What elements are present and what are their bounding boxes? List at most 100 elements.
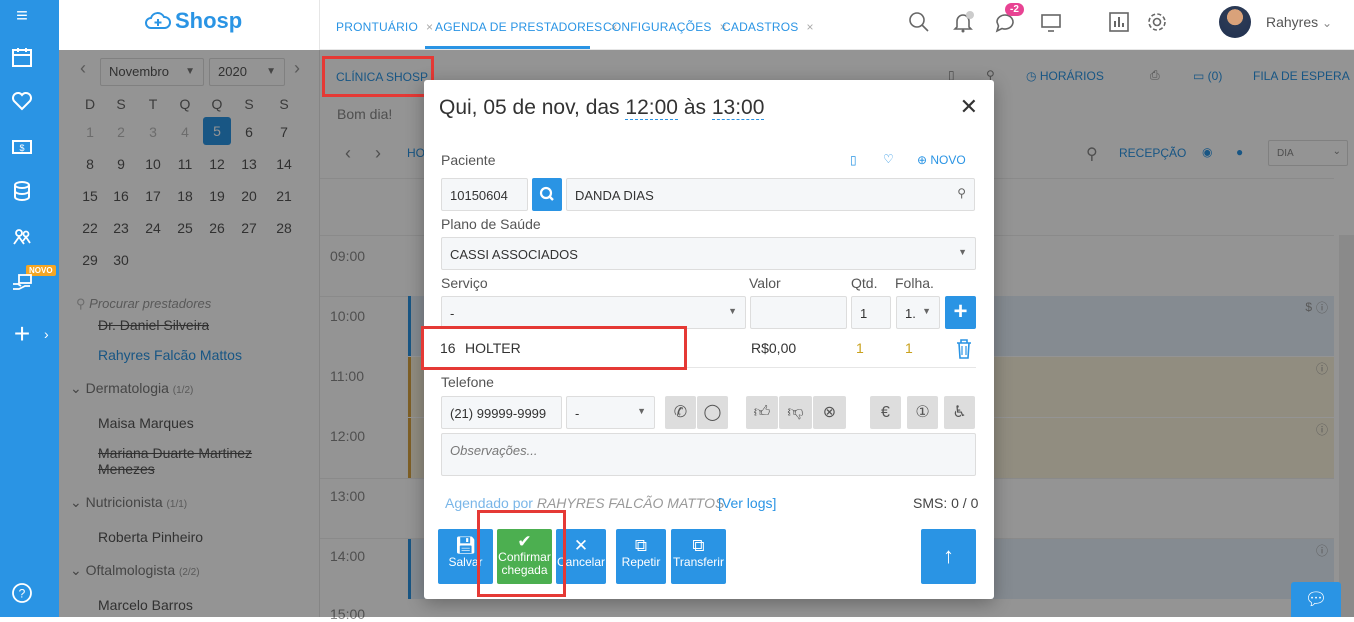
qtd-field[interactable]: 1 <box>851 296 891 329</box>
team-icon[interactable] <box>9 226 35 250</box>
tab-label: CADASTROS <box>722 20 799 34</box>
messages-badge: -2 <box>1005 3 1024 16</box>
end-time[interactable]: 13:00 <box>711 96 765 120</box>
folha-select[interactable]: 1. ▼ <box>896 296 940 329</box>
accessibility-button[interactable]: ♿︎ <box>944 396 975 429</box>
patient-name-field[interactable]: DANDA DIAS ⚲ <box>566 178 975 211</box>
qtd-label: Qtd. <box>851 275 878 291</box>
bell-icon[interactable] <box>951 10 975 34</box>
caret-down-icon: ▼ <box>728 306 737 316</box>
ver-logs-link[interactable]: [Ver logs] <box>718 495 776 511</box>
hand-card-icon[interactable] <box>9 272 35 296</box>
close-icon[interactable]: × <box>806 20 813 34</box>
servico-value: - <box>450 306 455 321</box>
whatsapp-button[interactable]: ◯ <box>697 396 728 429</box>
scroll-up-button[interactable]: ↑ <box>921 529 976 584</box>
clipboard-icon: ⧉ <box>692 536 705 555</box>
caret-down-icon: ▼ <box>637 406 646 416</box>
tab-agenda[interactable]: AGENDA DE PRESTADORES × <box>435 20 618 34</box>
tab-label: PRONTUÁRIO <box>336 20 419 34</box>
plus-icon[interactable]: + <box>9 320 35 348</box>
euro-icon: € <box>881 404 890 421</box>
thumbs-up-icon: 👍︎ <box>753 404 771 421</box>
repeat-label: Repetir <box>621 555 661 569</box>
no-show-button[interactable]: ⊗ <box>813 396 846 429</box>
copy-icon: ⧉ <box>634 536 648 555</box>
close-icon[interactable]: ✕ <box>960 94 978 120</box>
monitor-icon[interactable] <box>1039 10 1063 34</box>
whatsapp-icon: ◯ <box>703 404 722 421</box>
plano-select[interactable]: CASSI ASSOCIADOS ▼ <box>441 237 976 270</box>
observacoes-field[interactable]: Observações... <box>441 433 976 476</box>
servico-label: Serviço <box>441 275 488 291</box>
phone-icon[interactable]: ▯ <box>850 153 857 167</box>
tab-label: AGENDA DE PRESTADORES <box>435 20 603 34</box>
expand-chevron-icon[interactable]: › <box>44 326 49 342</box>
euro-button[interactable]: € <box>870 396 901 429</box>
telefone-label: Telefone <box>441 374 494 390</box>
menu-icon[interactable]: ≡ <box>9 4 35 28</box>
search-icon <box>539 186 554 201</box>
repeat-button[interactable]: ⧉ Repetir <box>616 529 666 584</box>
svg-text:$: $ <box>19 143 24 153</box>
thumbs-down-icon: 👎︎ <box>787 404 804 421</box>
active-tab-indicator <box>425 46 590 49</box>
patient-search-button[interactable] <box>532 178 562 211</box>
transfer-button[interactable]: ⧉ Transferir <box>671 529 726 584</box>
tab-cadastros[interactable]: CADASTROS × <box>722 20 814 34</box>
novo-label: NOVO <box>930 153 966 167</box>
servico-select[interactable]: - ▼ <box>441 296 746 329</box>
tab-prontuario[interactable]: PRONTUÁRIO × <box>336 20 433 34</box>
heart-icon[interactable]: ♡ <box>883 152 894 166</box>
add-service-button[interactable]: + <box>945 296 976 329</box>
support-chat-button[interactable]: 💬︎ <box>1291 582 1341 617</box>
telefone-type-select[interactable]: - ▼ <box>566 396 655 429</box>
logo-text: Shosp <box>175 8 243 33</box>
sms-counter: SMS: 0 / 0 <box>913 495 979 511</box>
help-icon[interactable]: ? <box>9 582 35 606</box>
heart-icon[interactable] <box>9 90 35 114</box>
call-button[interactable]: ✆ <box>665 396 696 429</box>
calendar-icon[interactable] <box>9 46 35 70</box>
highlight-box <box>421 326 687 370</box>
folha-value: 1. <box>905 306 916 321</box>
patient-name: DANDA DIAS <box>575 188 654 203</box>
search-icon[interactable] <box>907 10 931 34</box>
valor-label: Valor <box>749 275 781 291</box>
app-rail: ≡ $ NOVO + › ? <box>0 0 59 617</box>
wheelchair-icon: ♿︎ <box>952 404 967 421</box>
app-logo[interactable]: Shosp <box>145 8 242 34</box>
phone-icon: ✆ <box>673 404 688 421</box>
caret-down-icon: ▼ <box>922 306 931 316</box>
close-icon[interactable]: × <box>426 20 433 34</box>
avatar[interactable] <box>1219 6 1251 38</box>
title-middle: às <box>683 96 706 119</box>
database-icon[interactable] <box>9 180 35 204</box>
service-qtd: 1 <box>856 340 864 356</box>
plano-value: CASSI ASSOCIADOS <box>450 247 578 262</box>
gear-icon[interactable] <box>1145 10 1169 34</box>
chat-bubble-icon: 💬︎ <box>1304 589 1328 609</box>
transfer-label: Transferir <box>673 555 724 569</box>
new-patient-button[interactable]: ⊕ NOVO <box>917 153 966 167</box>
bar-chart-icon[interactable] <box>1107 10 1131 34</box>
start-time[interactable]: 12:00 <box>625 96 678 120</box>
search-icon: ⚲ <box>957 186 966 200</box>
trash-icon[interactable] <box>955 338 973 360</box>
user-menu[interactable]: Rahyres ⌄ <box>1266 14 1332 30</box>
money-icon[interactable]: $ <box>9 136 35 160</box>
caret-down-icon: ▼ <box>958 247 967 257</box>
agendado-prefix: Agendado por <box>445 495 533 511</box>
cloud-cross-icon <box>145 12 171 29</box>
valor-field[interactable] <box>750 296 847 329</box>
folha-label: Folha. <box>895 275 934 291</box>
first-visit-button[interactable]: ① <box>907 396 938 429</box>
thumbs-up-button[interactable]: 👍︎ <box>746 396 778 429</box>
svg-text:?: ? <box>19 587 26 601</box>
patient-id-field[interactable]: 10150604 <box>441 178 528 211</box>
service-folha: 1 <box>905 340 913 356</box>
telefone-field[interactable]: (21) 99999-9999 <box>441 396 562 429</box>
plus-circle-icon: ⊕ <box>917 153 931 167</box>
thumbs-down-button[interactable]: 👎︎ <box>779 396 812 429</box>
tab-configuracoes[interactable]: CONFIGURAÇÕES × <box>603 20 727 34</box>
